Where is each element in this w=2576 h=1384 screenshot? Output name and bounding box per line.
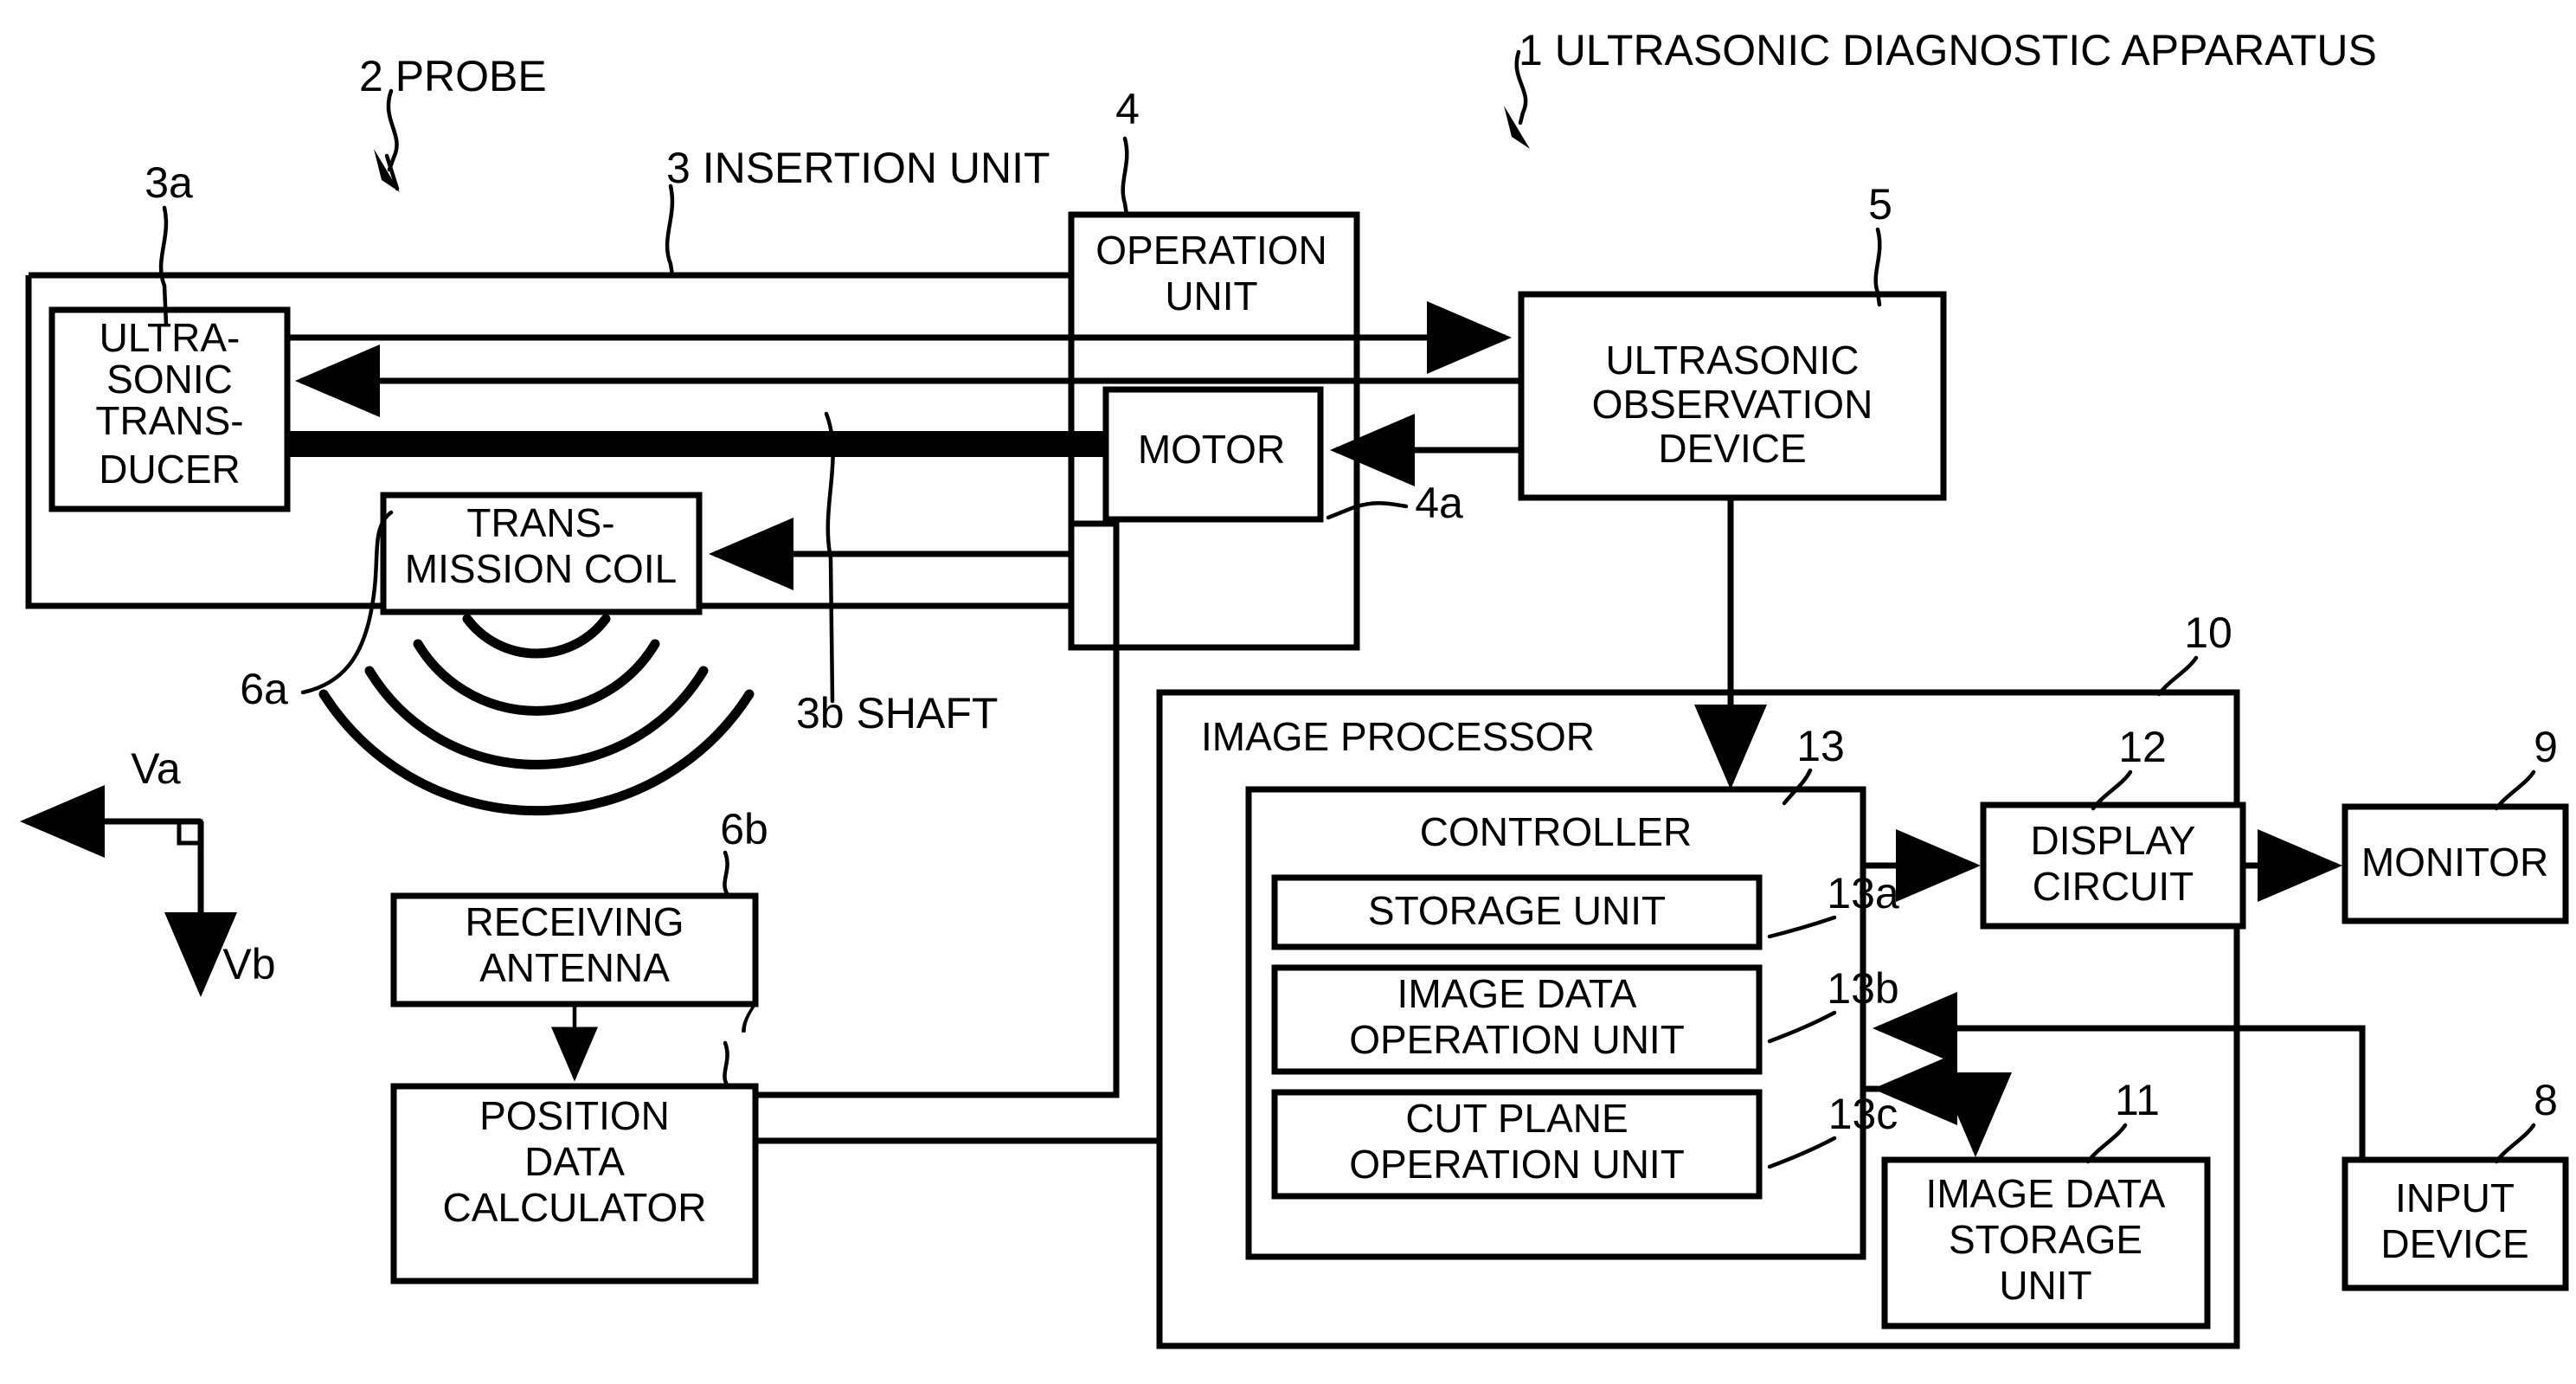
ultrasonic-observation-device-label: ULTRASONIC OBSERVATION DEVICE xyxy=(1592,338,1873,471)
image-processor-label: IMAGE PROCESSOR xyxy=(1201,714,1595,759)
ref-10: 10 xyxy=(2184,608,2232,657)
ref-9: 9 xyxy=(2534,723,2558,771)
svg-text:CUT PLANE: CUT PLANE xyxy=(1405,1096,1628,1141)
ref-11: 11 xyxy=(2115,1076,2160,1124)
svg-text:OPERATION UNIT: OPERATION UNIT xyxy=(1349,1142,1685,1187)
svg-text:IMAGE DATA: IMAGE DATA xyxy=(1926,1171,2166,1216)
ref-13: 13 xyxy=(1796,722,1845,770)
probe-label: 2 PROBE xyxy=(359,52,547,100)
motor-label: MOTOR xyxy=(1138,427,1285,472)
svg-text:DEVICE: DEVICE xyxy=(2380,1221,2528,1266)
ref-4a: 4a xyxy=(1415,479,1463,527)
ref-13b: 13b xyxy=(1827,964,1898,1013)
ref-13c: 13c xyxy=(1828,1090,1898,1138)
svg-text:TRANS-: TRANS- xyxy=(466,500,614,545)
svg-text:POSITION: POSITION xyxy=(479,1093,670,1138)
image-data-storage-unit-label: IMAGE DATA STORAGE UNIT xyxy=(1926,1171,2166,1308)
svg-text:STORAGE: STORAGE xyxy=(1949,1217,2142,1262)
axis-vb-label: Vb xyxy=(222,940,275,988)
controller-label: CONTROLLER xyxy=(1420,809,1692,854)
svg-text:MISSION COIL: MISSION COIL xyxy=(405,546,677,591)
shaft-label: 3b SHAFT xyxy=(796,689,998,737)
ref-12: 12 xyxy=(2118,723,2167,771)
input-device-label: INPUT DEVICE xyxy=(2380,1175,2528,1266)
operation-unit-label: OPERATION UNIT xyxy=(1095,228,1327,319)
svg-text:CIRCUIT: CIRCUIT xyxy=(2033,864,2194,909)
ref-8: 8 xyxy=(2534,1076,2558,1124)
image-data-operation-unit-label: IMAGE DATA OPERATION UNIT xyxy=(1349,971,1685,1062)
axis-va-label: Va xyxy=(131,744,181,793)
svg-text:DUCER: DUCER xyxy=(99,447,241,492)
ref-3a: 3a xyxy=(145,158,193,207)
position-data-calculator-label: POSITION DATA CALCULATOR xyxy=(442,1093,706,1230)
ultrasonic-transducer-label: ULTRA- SONIC TRANS- DUCER xyxy=(95,315,243,492)
ref-4: 4 xyxy=(1115,85,1140,133)
transmission-coil-label: TRANS- MISSION COIL xyxy=(405,500,677,591)
svg-text:OBSERVATION: OBSERVATION xyxy=(1592,382,1873,427)
svg-text:OPERATION: OPERATION xyxy=(1095,228,1327,273)
svg-text:CALCULATOR: CALCULATOR xyxy=(442,1185,706,1230)
svg-text:DEVICE: DEVICE xyxy=(1658,426,1806,471)
ref-6b: 6b xyxy=(720,805,768,853)
monitor-label: MONITOR xyxy=(2361,840,2548,885)
svg-text:DISPLAY: DISPLAY xyxy=(2031,818,2196,863)
svg-text:ANTENNA: ANTENNA xyxy=(479,945,670,990)
ref-13a: 13a xyxy=(1827,869,1899,917)
svg-text:UNIT: UNIT xyxy=(1165,274,1257,319)
svg-text:SONIC: SONIC xyxy=(106,357,233,402)
display-circuit-label: DISPLAY CIRCUIT xyxy=(2031,818,2196,909)
svg-text:RECEIVING: RECEIVING xyxy=(465,899,684,944)
receiving-antenna-label: RECEIVING ANTENNA xyxy=(465,899,684,990)
insertion-unit-label: 3 INSERTION UNIT xyxy=(666,144,1050,192)
figure-canvas: 1 ULTRASONIC DIAGNOSTIC APPARATUS 2 PROB… xyxy=(0,0,2576,1384)
svg-text:ULTRASONIC: ULTRASONIC xyxy=(1605,338,1859,383)
svg-text:INPUT: INPUT xyxy=(2395,1175,2515,1220)
ref-5: 5 xyxy=(1868,180,1892,229)
svg-text:UNIT: UNIT xyxy=(1999,1263,2091,1308)
storage-unit-label: STORAGE UNIT xyxy=(1368,888,1666,933)
ref-7: 7 xyxy=(734,994,758,1042)
svg-text:IMAGE DATA: IMAGE DATA xyxy=(1397,971,1637,1016)
apparatus-label: 1 ULTRASONIC DIAGNOSTIC APPARATUS xyxy=(1519,26,2377,74)
text-layer: 1 ULTRASONIC DIAGNOSTIC APPARATUS 2 PROB… xyxy=(95,26,2558,1308)
svg-text:OPERATION UNIT: OPERATION UNIT xyxy=(1349,1017,1685,1062)
svg-text:DATA: DATA xyxy=(524,1139,625,1184)
cut-plane-operation-unit-label: CUT PLANE OPERATION UNIT xyxy=(1349,1096,1685,1187)
ref-6a: 6a xyxy=(240,665,288,713)
svg-text:ULTRA-: ULTRA- xyxy=(100,315,241,360)
svg-text:TRANS-: TRANS- xyxy=(95,398,243,443)
